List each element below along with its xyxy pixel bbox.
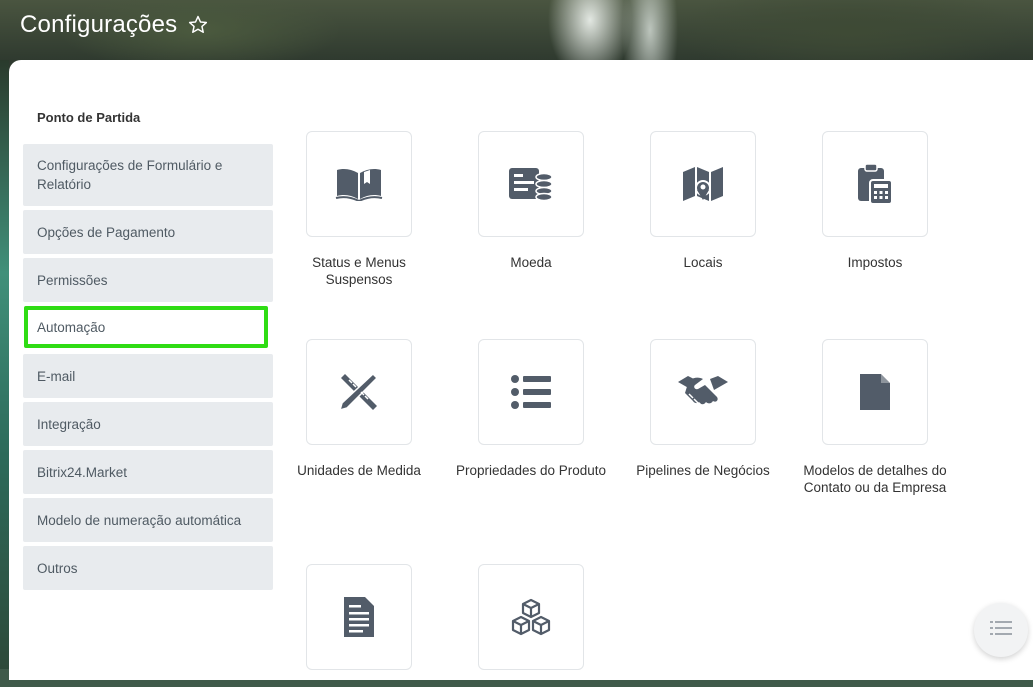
settings-panel: Ponto de Partida Configurações de Formul… xyxy=(9,60,1033,680)
cubes-icon xyxy=(511,598,551,636)
sidebar-item-label: Bitrix24.Market xyxy=(37,464,128,480)
tile-icon-box xyxy=(306,131,412,237)
tile-icon-box xyxy=(822,131,928,237)
tile-label: Modelos de detalhes do Contato ou da Emp… xyxy=(803,463,947,495)
tile-label: Pipelines de Negócios xyxy=(636,463,770,478)
tile-icon-box xyxy=(478,131,584,237)
sidebar-item-label: Configurações de Formulário e Relatório xyxy=(37,158,223,192)
tile-currency[interactable]: Moeda xyxy=(451,131,611,271)
tile-deal-pipelines[interactable]: Pipelines de Negócios xyxy=(623,339,783,479)
sidebar-item-payment-options[interactable]: Opções de Pagamento xyxy=(23,210,273,254)
sidebar-item-email[interactable]: E-mail xyxy=(23,354,273,398)
sidebar-item-label: Automação xyxy=(37,319,106,335)
background-strip xyxy=(0,60,9,669)
text-document-icon xyxy=(344,597,374,637)
tile-icon-box xyxy=(478,339,584,445)
sidebar-heading[interactable]: Ponto de Partida xyxy=(23,106,273,144)
currency-coins-icon xyxy=(508,166,554,202)
sidebar-item-integration[interactable]: Integração xyxy=(23,402,273,446)
tile-icon-box xyxy=(306,339,412,445)
tile-units-of-measure[interactable]: Unidades de Medida xyxy=(279,339,439,479)
tile-icon-box xyxy=(306,564,412,670)
calculator-clipboard-icon xyxy=(856,163,894,205)
handshake-icon xyxy=(677,374,729,410)
tile-label: Status e Menus Suspensos xyxy=(312,255,406,287)
tile-label: Impostos xyxy=(847,255,903,270)
sidebar-item-label: E-mail xyxy=(37,368,76,384)
sidebar-item-automation[interactable]: Automação xyxy=(24,306,268,348)
tile-label: Moeda xyxy=(510,255,552,270)
sidebar-item-label: Permissões xyxy=(37,272,108,288)
sidebar: Ponto de Partida Configurações de Formul… xyxy=(23,106,273,594)
sidebar-item-label: Modelo de numeração automática xyxy=(37,512,242,528)
tile-label: Locais xyxy=(683,255,723,270)
menu-list-button[interactable] xyxy=(974,603,1028,657)
tile-label: Unidades de Medida xyxy=(297,463,421,478)
list-menu-icon xyxy=(990,620,1012,641)
tile-label: Propriedades do Produto xyxy=(455,463,607,478)
sidebar-item-label: Outros xyxy=(37,560,78,576)
tile-icon-box xyxy=(478,564,584,670)
ruler-pencil-icon xyxy=(339,372,379,412)
list-icon xyxy=(511,375,551,409)
sidebar-item-form-report-settings[interactable]: Configurações de Formulário e Relatório xyxy=(23,144,273,206)
page-title: Configurações xyxy=(20,11,178,38)
sidebar-item-other[interactable]: Outros xyxy=(23,546,273,590)
sidebar-item-bitrix24-market[interactable]: Bitrix24.Market xyxy=(23,450,273,494)
sidebar-item-label: Integração xyxy=(37,416,101,432)
tile-icon-box xyxy=(650,339,756,445)
tile-locations[interactable]: Locais xyxy=(623,131,783,271)
document-icon xyxy=(860,374,890,410)
tile-status-menus[interactable]: Status e Menus Suspensos xyxy=(279,131,439,288)
tile-taxes[interactable]: Impostos xyxy=(795,131,955,271)
map-pin-icon xyxy=(682,166,724,202)
tile-icon-box xyxy=(822,339,928,445)
sidebar-item-label: Opções de Pagamento xyxy=(37,224,176,240)
tile-contact-company-templates[interactable]: Modelos de detalhes do Contato ou da Emp… xyxy=(795,339,955,496)
tile-product-properties[interactable]: Propriedades do Produto xyxy=(451,339,611,479)
tile-icon-box xyxy=(650,131,756,237)
star-icon[interactable] xyxy=(187,14,209,36)
page-header: Configurações xyxy=(20,8,209,42)
sidebar-item-auto-numbering[interactable]: Modelo de numeração automática xyxy=(23,498,273,542)
open-book-icon xyxy=(335,167,383,201)
sidebar-item-permissions[interactable]: Permissões xyxy=(23,258,273,302)
